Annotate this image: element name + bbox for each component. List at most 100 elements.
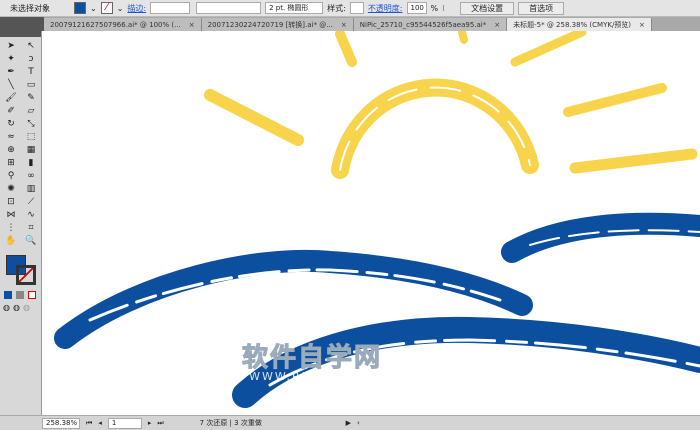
none-button[interactable]	[28, 291, 36, 299]
close-icon[interactable]: ×	[341, 21, 347, 29]
hand-tool-icon[interactable]: ✋	[1, 234, 21, 247]
tab-document-1[interactable]: 20079121627507966.ai* @ 100% (... ×	[44, 18, 202, 31]
watermark: 软件自学网 WWW.RJZXW.COM	[241, 337, 383, 384]
gradient-button[interactable]	[16, 291, 24, 299]
blend-tool-icon[interactable]: ∞	[21, 169, 41, 182]
warp-alt-tool-icon[interactable]: ∿	[21, 208, 41, 221]
status-bar: 258.38% ⏮ ◂ 1 ▸ ⏭ 7 次还原 | 3 次重做 ▶ ‹	[0, 415, 700, 430]
fill-color-swatch[interactable]	[74, 2, 86, 14]
column-graph-tool-icon[interactable]: ▥	[21, 182, 41, 195]
pen-tool-icon[interactable]: ✒	[1, 65, 21, 78]
tab-document-2[interactable]: 20071230224720719 [转换].ai* @... ×	[201, 18, 354, 31]
stroke-none-swatch[interactable]: ⁄	[100, 2, 113, 14]
magic-wand-tool-icon[interactable]: ✦	[1, 52, 21, 65]
close-icon[interactable]: ×	[189, 21, 195, 29]
opacity-link[interactable]: 不透明度:	[368, 3, 403, 14]
crop-tool-icon[interactable]: ⌗	[21, 221, 41, 234]
draw-inside-icon[interactable]: ◍	[23, 303, 30, 312]
watermark-url: WWW.RJZXW.COM	[249, 370, 375, 383]
draw-mode-buttons: ◍ ◍ ◍	[0, 299, 41, 316]
zoom-select[interactable]: 258.38%	[42, 417, 80, 429]
draw-behind-icon[interactable]: ◍	[13, 303, 20, 312]
paintbrush-tool-icon[interactable]: 🖌	[1, 91, 21, 104]
control-bar: 未选择对象 ⌄ ⁄ ⌄ 描边: 2 pt. 椭圆形 样式: 不透明度: 100 %…	[0, 0, 700, 17]
mesh-tool-icon[interactable]: ⊞	[1, 156, 21, 169]
free-transform-tool-icon[interactable]: ⬚	[21, 130, 41, 143]
sun	[204, 31, 698, 179]
style-label: 样式:	[327, 3, 346, 13]
artboard-tool-icon[interactable]: ⊡	[1, 195, 21, 208]
close-icon[interactable]: ×	[639, 21, 645, 29]
selection-status: 未选择对象	[10, 3, 50, 13]
slice-tool-icon[interactable]: ⟋	[21, 195, 41, 208]
tab-label: NiPic_25710_c95544526f5aea95.ai*	[359, 20, 487, 29]
last-page-icon[interactable]: ⏭	[157, 419, 163, 428]
gradient-tool-icon[interactable]: ▮	[21, 156, 41, 169]
sun-ray	[204, 89, 304, 146]
direct-selection-tool-icon[interactable]: ↖	[21, 39, 41, 52]
eyedropper-tool-icon[interactable]: ⚲	[1, 169, 21, 182]
chevron-down-icon[interactable]: ⌄	[117, 4, 124, 13]
variable-width-select[interactable]	[196, 2, 262, 14]
draw-normal-icon[interactable]: ◍	[3, 303, 10, 312]
status-menu-icon[interactable]: ▶	[346, 419, 351, 427]
close-icon[interactable]: ×	[494, 21, 500, 29]
eraser-tool-icon[interactable]: ▱	[21, 104, 41, 117]
zoom-tool-icon[interactable]: 🔍	[21, 234, 41, 247]
first-page-icon[interactable]: ⏮	[86, 419, 92, 428]
wave-right	[501, 212, 700, 263]
waves	[54, 212, 700, 408]
opacity-unit: %	[430, 3, 439, 13]
align-icon[interactable]: ⁝	[442, 4, 456, 13]
stroke-swatch[interactable]	[16, 265, 36, 285]
warp-tool-icon[interactable]: ≈	[1, 130, 21, 143]
color-mode-buttons	[0, 291, 41, 299]
pencil-tool-icon[interactable]: ✎	[21, 91, 41, 104]
scale-tool-icon[interactable]: ⤡	[21, 117, 41, 130]
prev-page-icon[interactable]: ◂	[98, 419, 102, 427]
sun-arc	[331, 78, 539, 179]
brush-select[interactable]: 2 pt. 椭圆形	[265, 2, 324, 14]
tab-label: 未标题-5* @ 258.38% (CMYK/预览)	[513, 20, 632, 29]
stroke-link[interactable]: 描边:	[127, 3, 146, 14]
tab-document-3[interactable]: NiPic_25710_c95544526f5aea95.ai* ×	[353, 18, 508, 31]
sun-ray	[458, 31, 468, 44]
perspective-grid-tool-icon[interactable]: ▦	[21, 143, 41, 156]
style-select[interactable]	[349, 2, 364, 14]
artboard-canvas[interactable]: 软件自学网 WWW.RJZXW.COM	[42, 31, 700, 415]
history-status: 7 次还原 | 3 次重做	[199, 419, 262, 427]
opacity-input[interactable]: 100	[406, 2, 427, 14]
panel-header	[0, 17, 44, 31]
sun-ray	[569, 148, 698, 174]
tab-label: 20079121627507966.ai* @ 100% (...	[50, 20, 181, 29]
document-tabs: 20079121627507966.ai* @ 100% (... × 20071…	[0, 17, 700, 31]
color-button[interactable]	[4, 291, 12, 299]
stroke-weight-input[interactable]	[150, 2, 191, 14]
sun-arc-texture	[339, 86, 531, 171]
symbol-sprayer-tool-icon[interactable]: ✺	[1, 182, 21, 195]
tab-label: 20071230224720719 [转换].ai* @...	[207, 20, 333, 29]
sun-ray	[335, 31, 357, 67]
next-page-icon[interactable]: ▸	[148, 419, 152, 427]
line-tool-icon[interactable]: ╲	[1, 78, 21, 91]
fill-stroke-swatches[interactable]	[2, 253, 39, 287]
scroll-left-icon[interactable]: ‹	[357, 419, 360, 427]
type-tool-icon[interactable]: T	[21, 65, 41, 78]
sun-ray	[563, 83, 667, 117]
rectangle-tool-icon[interactable]: ▭	[21, 78, 41, 91]
document-setup-button[interactable]: 文档设置	[460, 1, 515, 15]
sun-ray	[510, 31, 587, 67]
page-select[interactable]: 1	[107, 417, 142, 429]
rotate-tool-icon[interactable]: ↻	[1, 117, 21, 130]
shape-builder-tool-icon[interactable]: ⊕	[1, 143, 21, 156]
selection-tool-icon[interactable]: ➤	[1, 39, 21, 52]
blob-brush-tool-icon[interactable]: ✐	[1, 104, 21, 117]
preferences-button[interactable]: 首选项	[518, 1, 565, 15]
watermark-text: 软件自学网	[241, 343, 383, 374]
tab-document-active[interactable]: 未标题-5* @ 258.38% (CMYK/预览) ×	[507, 18, 652, 31]
lasso-tool-icon[interactable]: ↄ	[21, 52, 41, 65]
width-tool-icon[interactable]: ⋈	[1, 208, 21, 221]
tools-panel: ➤ ↖ ✦ ↄ ✒ T ╲ ▭ 🖌 ✎ ✐ ▱ ↻ ⤡ ≈ ⬚ ⊕ ▦ ⊞ ▮ ⚲ ∞ ✺ ▥ ⊡ ⟋ ⋈ ∿ ⋮ ⌗ ✋ 🔍 ◍ ◍ ◍	[0, 31, 42, 415]
symbol-tool-icon[interactable]: ⋮	[1, 221, 21, 234]
chevron-down-icon[interactable]: ⌄	[90, 4, 97, 13]
